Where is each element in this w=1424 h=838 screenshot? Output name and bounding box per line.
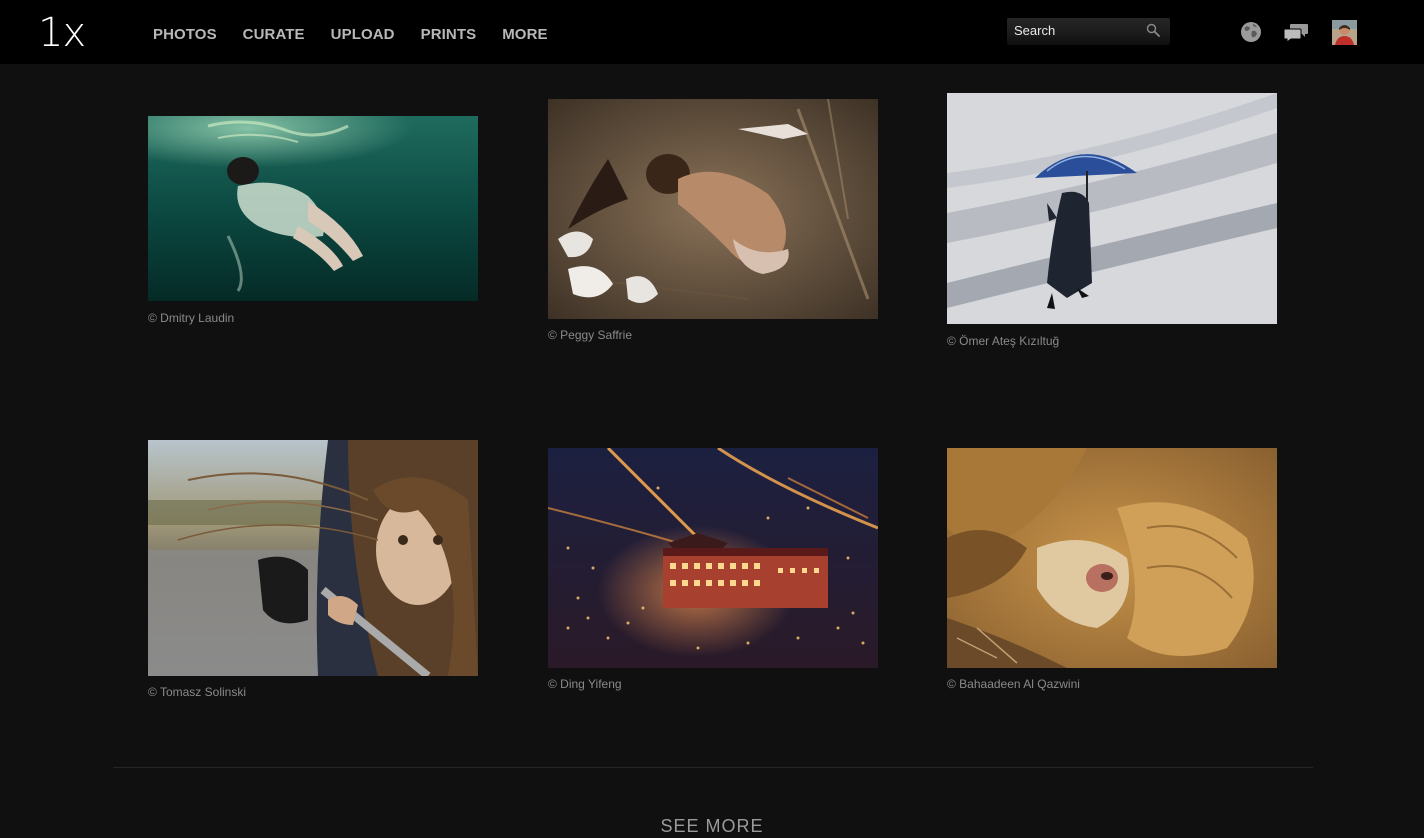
photo-credit: © Tomasz Solinski — [148, 685, 246, 699]
nav-more[interactable]: MORE — [502, 25, 547, 45]
photo-credit: © Dmitry Laudin — [148, 311, 235, 325]
search-icon[interactable] — [1146, 23, 1160, 37]
nav-prints[interactable]: PRINTS — [421, 25, 477, 45]
photo-thumbnail[interactable] — [148, 440, 478, 676]
photo-thumbnail[interactable] — [947, 448, 1277, 668]
section-divider — [113, 767, 1313, 768]
photo-credit: © Bahaadeen Al Qazwini — [947, 677, 1080, 691]
chat-icon[interactable] — [1283, 22, 1309, 44]
nav-upload[interactable]: UPLOAD — [331, 25, 395, 45]
photo-credit: © Peggy Saffrie — [548, 328, 632, 342]
main-nav: PHOTOS CURATE UPLOAD PRINTS MORE — [153, 25, 574, 45]
photo-credit: © Ding Yifeng — [548, 677, 622, 691]
search-input[interactable] — [1007, 18, 1137, 45]
top-bar: 1x PHOTOS CURATE UPLOAD PRINTS MORE — [0, 0, 1424, 64]
nav-curate[interactable]: CURATE — [243, 25, 305, 45]
photo-thumbnail[interactable] — [947, 93, 1277, 324]
nav-photos[interactable]: PHOTOS — [153, 25, 217, 45]
search-box — [1007, 18, 1170, 45]
photo-credit: © Ömer Ateş Kızıltuğ — [947, 334, 1060, 348]
photo-thumbnail[interactable] — [148, 116, 478, 301]
photo-thumbnail[interactable] — [548, 99, 878, 319]
see-more-button[interactable]: SEE MORE — [612, 816, 812, 837]
globe-icon[interactable] — [1240, 21, 1262, 43]
user-avatar[interactable] — [1332, 20, 1357, 45]
photo-thumbnail[interactable] — [548, 448, 878, 668]
site-logo[interactable]: 1x — [38, 9, 86, 57]
